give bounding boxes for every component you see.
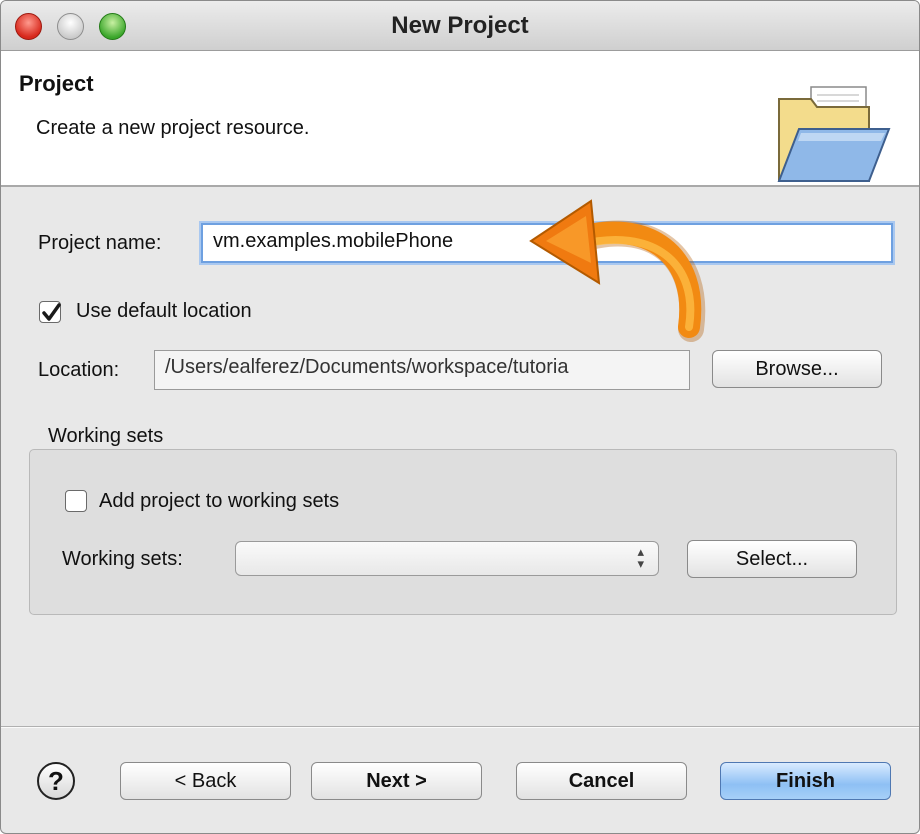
cancel-button[interactable]: Cancel [516, 762, 687, 800]
location-label: Location: [38, 359, 120, 381]
finish-button[interactable]: Finish [720, 762, 891, 800]
working-sets-group-label: Working sets [48, 425, 164, 447]
help-button[interactable]: ? [37, 762, 75, 800]
working-sets-select-label: Working sets: [62, 548, 183, 570]
location-input[interactable]: /Users/ealferez/Documents/workspace/tuto… [154, 350, 690, 390]
back-button[interactable]: < Back [120, 762, 291, 800]
next-button[interactable]: Next > [311, 762, 482, 800]
new-project-dialog: New Project Project Create a new project… [0, 0, 920, 834]
page-description: Create a new project resource. [36, 117, 310, 139]
select-arrows-icon: ▴ ▾ [637, 544, 644, 571]
working-sets-select[interactable]: ▴ ▾ [235, 541, 659, 576]
project-name-input[interactable]: vm.examples.mobilePhone [201, 223, 893, 263]
folder-icon [777, 86, 891, 182]
use-default-location-checkbox[interactable] [39, 301, 61, 323]
footer-divider [1, 726, 919, 728]
window-title: New Project [391, 12, 529, 39]
browse-button[interactable]: Browse... [712, 350, 882, 388]
use-default-location-label: Use default location [76, 300, 252, 322]
working-sets-group [29, 449, 897, 615]
page-title: Project [19, 71, 94, 96]
project-name-label: Project name: [38, 232, 162, 254]
title-bar: New Project [1, 1, 919, 51]
add-to-working-sets-label: Add project to working sets [99, 490, 340, 512]
help-icon: ? [48, 766, 64, 796]
select-working-sets-button[interactable]: Select... [687, 540, 857, 578]
wizard-header: Project Create a new project resource. [1, 51, 919, 187]
checkmark-icon [42, 303, 61, 321]
add-to-working-sets-checkbox[interactable] [65, 490, 87, 512]
